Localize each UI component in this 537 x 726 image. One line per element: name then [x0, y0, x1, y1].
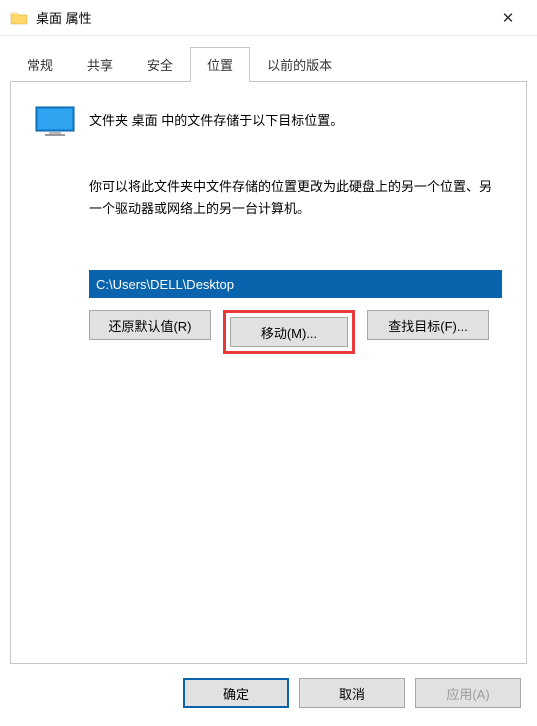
move-button[interactable]: 移动(M)... — [230, 317, 348, 347]
apply-button[interactable]: 应用(A) — [415, 678, 521, 708]
tab-strip: 常规 共享 安全 位置 以前的版本 — [10, 46, 527, 81]
restore-defaults-button[interactable]: 还原默认值(R) — [89, 310, 211, 340]
action-button-row: 还原默认值(R) 移动(M)... 查找目标(F)... — [89, 310, 502, 354]
path-input[interactable] — [89, 270, 502, 298]
tab-panel-location: 文件夹 桌面 中的文件存储于以下目标位置。 你可以将此文件夹中文件存储的位置更改… — [10, 81, 527, 664]
folder-icon — [10, 10, 28, 26]
header-row: 文件夹 桌面 中的文件存储于以下目标位置。 — [35, 106, 502, 136]
tab-general[interactable]: 常规 — [10, 47, 70, 82]
tab-previous-versions[interactable]: 以前的版本 — [250, 47, 349, 82]
tab-sharing[interactable]: 共享 — [70, 47, 130, 82]
highlight-frame: 移动(M)... — [223, 310, 355, 354]
cancel-button[interactable]: 取消 — [299, 678, 405, 708]
close-button[interactable]: ✕ — [487, 3, 529, 33]
ok-button[interactable]: 确定 — [183, 678, 289, 708]
dialog-footer: 确定 取消 应用(A) — [0, 664, 537, 726]
tab-security[interactable]: 安全 — [130, 47, 190, 82]
monitor-icon — [35, 106, 75, 136]
titlebar: 桌面 属性 ✕ — [0, 0, 537, 36]
find-target-button[interactable]: 查找目标(F)... — [367, 310, 489, 340]
description-change-location: 你可以将此文件夹中文件存储的位置更改为此硬盘上的另一个位置、另一个驱动器或网络上… — [89, 176, 502, 220]
window-title: 桌面 属性 — [36, 8, 487, 27]
tabs-container: 常规 共享 安全 位置 以前的版本 文件夹 桌面 中的文件存储于以下目标位置。 … — [0, 36, 537, 664]
tab-location[interactable]: 位置 — [190, 47, 250, 82]
description-storage-location: 文件夹 桌面 中的文件存储于以下目标位置。 — [89, 112, 343, 130]
properties-dialog: 桌面 属性 ✕ 常规 共享 安全 位置 以前的版本 文件夹 桌面 中的文 — [0, 0, 537, 726]
